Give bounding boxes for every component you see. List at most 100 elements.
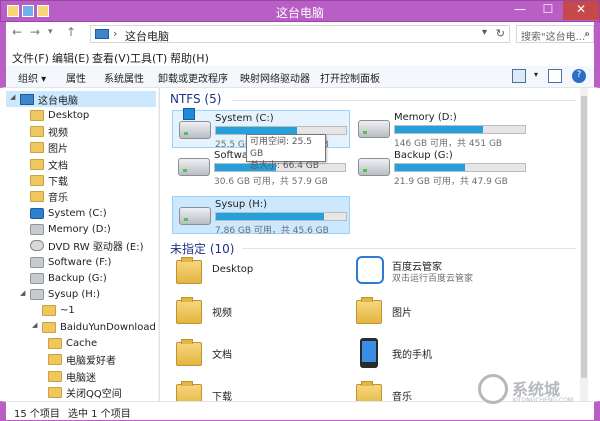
command-toolbar: 组织 ▾ 属性 系统属性 卸载或更改程序 映射网络驱动器 打开控制面板 ▾ ? [0, 66, 600, 88]
tree-item[interactable]: ◢ 这台电脑 [6, 91, 156, 107]
folder-item[interactable]: 百度云管家 双击运行百度云管家 [352, 256, 522, 288]
folder-item[interactable]: 文档 [172, 338, 342, 370]
minimize-button[interactable]: — [507, 1, 533, 20]
map-network-drive-button[interactable]: 映射网络驱动器 [240, 70, 310, 85]
icon-shape [176, 297, 202, 324]
search-icon[interactable]: ⌕ [584, 27, 590, 41]
address-row: ← → ▾ ↑ › 这台电脑 ▾ ↻ 搜索"这台电..." ⌕ [0, 22, 600, 46]
folder-item[interactable]: 我的手机 [352, 338, 522, 370]
tree-item[interactable]: 下载 [6, 173, 156, 189]
watermark-logo: 系统城 XITONGCHENG.COM [478, 372, 588, 410]
properties-button[interactable]: 属性 [66, 70, 86, 85]
tree-item-label: Sysup (H:) [48, 289, 101, 301]
icon-shape [356, 256, 384, 284]
tree-item[interactable]: ◢ Sysup (H:) [6, 287, 156, 303]
refresh-icon[interactable]: ↻ [496, 27, 505, 40]
tree-item[interactable]: 音乐 [6, 189, 156, 205]
tree-item[interactable]: ~1 [6, 303, 156, 319]
folder-icon [30, 191, 44, 203]
menu-bar: 文件(F) 编辑(E) 查看(V) 工具(T) 帮助(H) [0, 46, 600, 66]
tree-item[interactable]: ◢ BaiduYunDownload [6, 319, 156, 335]
up-arrow-icon[interactable]: ↑ [66, 25, 76, 39]
drive-usage-bar [215, 212, 347, 221]
tree-item-label: Backup (G:) [48, 272, 107, 284]
drive-tile[interactable]: Sysup (H:) 7.86 GB 可用，共 45.6 GB [172, 196, 350, 236]
group-header-ntfs[interactable]: NTFS (5) [170, 92, 221, 106]
menu-edit[interactable]: 编辑(E) [52, 50, 90, 66]
folder-item[interactable]: 视频 [172, 296, 342, 328]
drive-free-space: 30.6 GB 可用，共 57.9 GB [214, 177, 328, 187]
open-control-panel-button[interactable]: 打开控制面板 [320, 70, 380, 85]
folder-icon [48, 338, 62, 349]
drive-tooltip: 可用空间: 25.5 GB 总大小: 66.4 GB [246, 134, 326, 171]
scrollbar-thumb[interactable] [581, 96, 587, 378]
tree-item[interactable]: Software (F:) [6, 254, 156, 270]
folder-icon [42, 321, 56, 333]
change-view-icon[interactable] [512, 69, 526, 83]
tooltip-total-size: 总大小: 66.4 GB [250, 161, 319, 171]
navigation-pane: ◢ 这台电脑 Desktop 视频图片 文档 下载 音乐 System (C:) Memory … [6, 88, 160, 401]
expand-arrow-icon[interactable]: ◢ [32, 321, 37, 329]
back-arrow-icon[interactable]: ← [12, 25, 22, 39]
tree-item[interactable]: System (C:) [6, 205, 156, 221]
drive-tile[interactable]: Backup (G:) 21.9 GB 可用，共 47.9 GB [352, 148, 530, 187]
drive-usage-fill [216, 213, 324, 220]
preview-pane-icon[interactable] [548, 69, 562, 83]
tree-item-label: 电脑爱好者 [66, 356, 116, 368]
tree-item[interactable]: DVD RW 驱动器 (E:) [6, 238, 156, 254]
forward-arrow-icon[interactable]: → [30, 25, 40, 39]
folder-icon [48, 386, 62, 398]
watermark-subtext: XITONGCHENG.COM [512, 397, 574, 404]
uninstall-program-button[interactable]: 卸载或更改程序 [158, 70, 228, 85]
tree-item[interactable]: 视频 [6, 124, 156, 140]
tree-item[interactable]: Cache [6, 336, 156, 352]
tree-item-label: 图片 [48, 144, 68, 156]
tree-item[interactable]: 电脑爱好者 [6, 352, 156, 368]
drive-tile[interactable]: Memory (D:) 146 GB 可用，共 451 GB [352, 110, 530, 149]
content-scrollbar[interactable] [580, 88, 588, 401]
menu-view[interactable]: 查看(V) [92, 50, 130, 66]
folder-item[interactable]: 图片 [352, 296, 522, 328]
breadcrumb-this-pc[interactable]: 这台电脑 [125, 28, 169, 44]
expand-arrow-icon[interactable]: ◢ [20, 289, 25, 297]
menu-help[interactable]: 帮助(H) [170, 50, 209, 66]
breadcrumb-separator-icon[interactable]: › [113, 27, 117, 40]
address-bar[interactable]: › 这台电脑 ▾ ↻ [90, 25, 510, 43]
help-icon[interactable]: ? [572, 69, 586, 83]
system-properties-button[interactable]: 系统属性 [104, 70, 144, 85]
address-dropdown-icon[interactable]: ▾ [482, 27, 487, 38]
menu-tools[interactable]: 工具(T) [130, 50, 167, 66]
drive-usage-bar [394, 163, 526, 172]
tree-item[interactable]: Backup (G:) [6, 270, 156, 286]
group-header-unspecified[interactable]: 未指定 (10) [170, 240, 234, 257]
expand-arrow-icon[interactable]: ◢ [10, 93, 15, 101]
organize-button[interactable]: 组织 ▾ [18, 70, 46, 85]
computer-icon [95, 29, 109, 39]
recent-dropdown-icon[interactable]: ▾ [48, 27, 53, 37]
drive-name: Sysup (H:) [215, 199, 268, 210]
folder-item[interactable]: Desktop [172, 256, 342, 288]
scrollbar-thumb[interactable] [159, 122, 160, 222]
view-dropdown-icon[interactable]: ▾ [534, 70, 542, 84]
folder-name: 图片 [392, 308, 412, 319]
tree-item[interactable]: 图片 [6, 140, 156, 156]
drive-usage-fill [395, 164, 466, 171]
menu-file[interactable]: 文件(F) [12, 50, 49, 66]
search-placeholder: 搜索"这台电..." [521, 32, 590, 43]
tree-item[interactable]: 关闭QQ空间 [6, 384, 156, 400]
close-button[interactable]: ✕ [563, 1, 599, 20]
navigation-scrollbar[interactable] [158, 88, 160, 401]
folder-icon [30, 175, 44, 186]
dvd-drive-icon [30, 240, 44, 252]
tree-item[interactable]: 电脑迷 [6, 368, 156, 384]
tree-item[interactable]: Memory (D:) [6, 221, 156, 237]
folder-icon [30, 126, 44, 138]
folder-name: 文档 [212, 350, 232, 361]
search-input[interactable]: 搜索"这台电..." ⌕ [516, 25, 594, 43]
tree-item[interactable]: 文档 [6, 156, 156, 172]
drive-usage-bar [394, 125, 526, 134]
maximize-button[interactable]: ☐ [535, 1, 561, 20]
icon-shape [176, 257, 202, 284]
tree-item[interactable]: Desktop [6, 107, 156, 123]
group-divider [232, 100, 576, 101]
